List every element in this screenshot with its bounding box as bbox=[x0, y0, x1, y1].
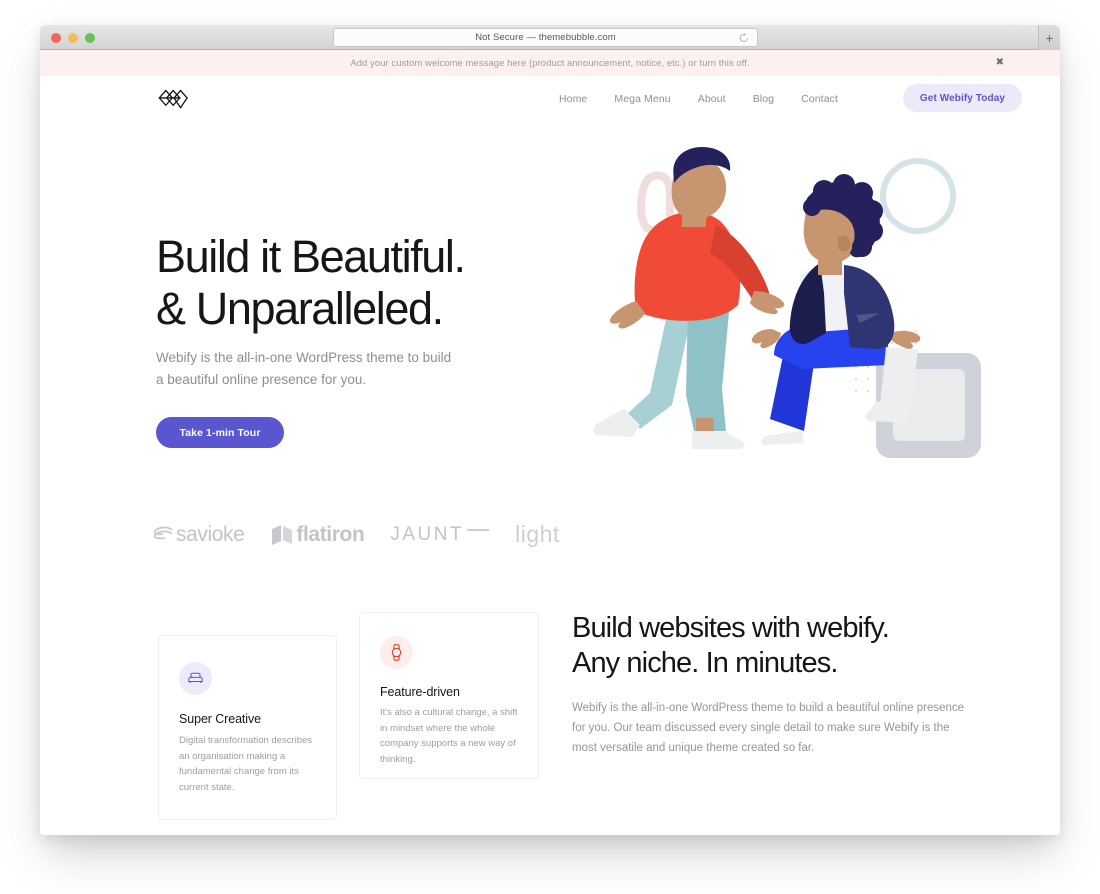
welcome-notice-bar: Add your custom welcome message here (pr… bbox=[40, 50, 1060, 76]
hero-illustration bbox=[593, 147, 981, 458]
sofa-icon-wrapper bbox=[179, 662, 212, 695]
watch-icon bbox=[391, 644, 402, 661]
nav-item-about[interactable]: About bbox=[698, 93, 726, 105]
main-navigation: Home Mega Menu About Blog Contact bbox=[559, 93, 838, 105]
feature-card-body: Digital transformation describes an orga… bbox=[179, 735, 313, 793]
client-logo-light: light bbox=[515, 521, 560, 548]
client-logo-label: savioke bbox=[176, 522, 245, 546]
feature-card-title: Super Creative bbox=[179, 712, 261, 726]
hero-heading: Build it Beautiful. & Unparalleled. bbox=[156, 231, 576, 335]
features-section: Super Creative Digital transformation de… bbox=[40, 563, 1060, 833]
sitting-person-illustration bbox=[751, 174, 921, 445]
hero-heading-line-2: & Unparalleled. bbox=[156, 283, 444, 334]
client-logo-label: flatiron bbox=[296, 522, 365, 546]
decorative-circle bbox=[880, 158, 956, 234]
feature-card-body: It's also a cultural change, a shift in … bbox=[380, 707, 518, 765]
feature-card-super-creative[interactable]: Super Creative Digital transformation de… bbox=[158, 635, 337, 820]
savioke-mark-icon bbox=[153, 526, 173, 539]
walking-person-illustration bbox=[593, 147, 785, 449]
reload-icon[interactable] bbox=[739, 32, 749, 43]
nav-item-mega-menu[interactable]: Mega Menu bbox=[614, 93, 670, 105]
sofa-icon bbox=[188, 672, 203, 683]
new-tab-button[interactable]: + bbox=[1038, 25, 1060, 50]
features-heading-line-2: Any niche. In minutes. bbox=[572, 647, 838, 679]
client-logo-jaunt: JAUNT bbox=[390, 523, 490, 546]
welcome-notice-text: Add your custom welcome message here (pr… bbox=[350, 57, 750, 69]
flatiron-mark-icon bbox=[272, 524, 293, 545]
nav-item-contact[interactable]: Contact bbox=[801, 93, 838, 105]
hero-subtitle: Webify is the all-in-one WordPress theme… bbox=[156, 347, 576, 391]
features-heading-line-1: Build websites with webify. bbox=[572, 612, 890, 644]
client-logo-label: light bbox=[515, 521, 560, 547]
watch-icon-wrapper bbox=[380, 636, 413, 669]
hero-subtitle-line-1: Webify is the all-in-one WordPress theme… bbox=[156, 350, 452, 365]
client-logos: savioke flatiron JAUNT light bbox=[152, 521, 560, 548]
features-paragraph: Webify is the all-in-one WordPress theme… bbox=[572, 702, 965, 754]
feature-card-feature-driven[interactable]: Feature-driven It's also a cultural chan… bbox=[359, 612, 539, 779]
nav-item-blog[interactable]: Blog bbox=[753, 93, 774, 105]
browser-titlebar: Not Secure — themebubble.com + bbox=[40, 25, 1060, 50]
zoom-window-button[interactable] bbox=[85, 33, 95, 43]
jaunt-underline-mark bbox=[467, 528, 490, 531]
client-logo-label: JAUNT bbox=[390, 523, 465, 545]
webify-logo[interactable] bbox=[156, 87, 192, 117]
features-heading: Build websites with webify. Any niche. I… bbox=[572, 611, 972, 681]
close-window-button[interactable] bbox=[51, 33, 61, 43]
client-logo-flatiron: flatiron bbox=[270, 522, 365, 547]
hero-copy: Build it Beautiful. & Unparalleled. Webi… bbox=[156, 231, 576, 448]
site-header: Home Mega Menu About Blog Contact Get We… bbox=[40, 76, 1060, 128]
minimize-window-button[interactable] bbox=[68, 33, 78, 43]
features-right-block: Build websites with webify. Any niche. I… bbox=[572, 611, 972, 758]
hero-heading-line-1: Build it Beautiful. bbox=[156, 231, 466, 282]
get-webify-today-button[interactable]: Get Webify Today bbox=[903, 84, 1022, 112]
address-bar[interactable]: Not Secure — themebubble.com bbox=[333, 28, 758, 47]
cta-label: Get Webify Today bbox=[919, 92, 1006, 104]
browser-window: Not Secure — themebubble.com + Add your … bbox=[40, 25, 1060, 835]
close-icon[interactable]: ✖ bbox=[996, 58, 1004, 68]
hero-subtitle-line-2: a beautiful online presence for you. bbox=[156, 372, 367, 387]
screenshot-root: Not Secure — themebubble.com + Add your … bbox=[0, 0, 1100, 894]
hero-section: Build it Beautiful. & Unparalleled. Webi… bbox=[40, 128, 1060, 667]
address-bar-text: Not Secure — themebubble.com bbox=[475, 32, 616, 43]
take-tour-button[interactable]: Take 1-min Tour bbox=[156, 417, 284, 448]
client-logo-savioke: savioke bbox=[152, 522, 245, 547]
feature-card-title: Feature-driven bbox=[380, 685, 460, 699]
nav-item-home[interactable]: Home bbox=[559, 93, 587, 105]
traffic-light-controls bbox=[51, 33, 95, 43]
